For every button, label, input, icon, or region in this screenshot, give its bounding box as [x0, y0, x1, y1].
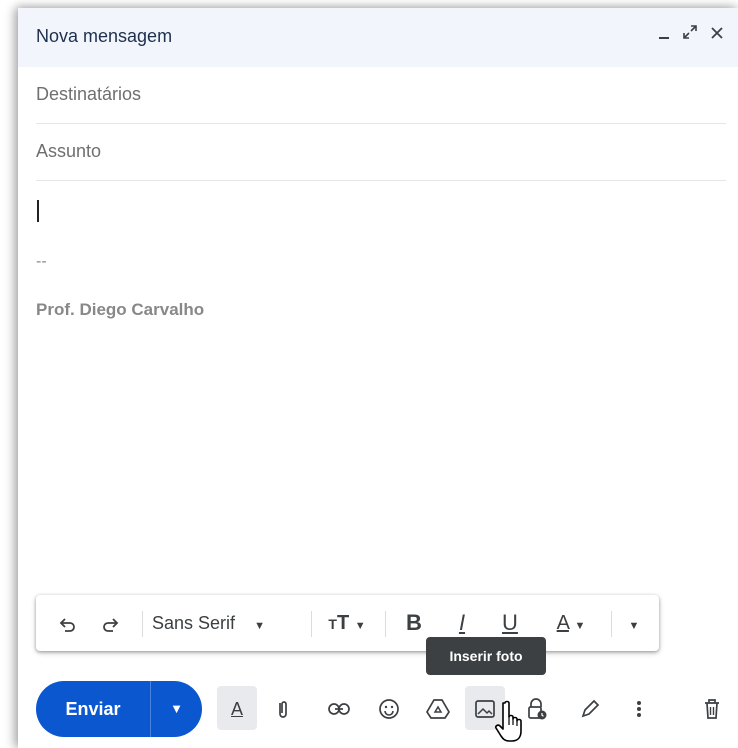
toolbar-divider	[385, 611, 386, 637]
text-caret	[37, 200, 39, 222]
link-icon[interactable]	[319, 686, 359, 730]
pen-icon[interactable]	[570, 686, 610, 730]
subject-placeholder: Assunto	[36, 141, 102, 161]
toolbar-divider	[142, 611, 143, 637]
text-color-button[interactable]: A ▼	[541, 595, 601, 651]
font-family-select[interactable]: Sans Serif ▼	[152, 595, 302, 651]
chevron-down-icon: ▼	[254, 620, 265, 632]
chevron-down-icon: ▼	[354, 620, 366, 632]
signature-separator: --	[36, 253, 47, 270]
chevron-down-icon: ▼	[170, 701, 183, 716]
formatting-toolbar: Sans Serif ▼ TT ▼ B I U A ▼ ▼	[36, 595, 659, 651]
recipients-field[interactable]: Destinatários	[36, 67, 726, 124]
text-size-icon: TT	[328, 612, 350, 634]
send-button-group: Enviar ▼	[36, 681, 202, 737]
close-icon[interactable]	[706, 24, 728, 46]
more-formatting-icon[interactable]: ▼	[619, 595, 649, 651]
chevron-down-icon: ▼	[574, 620, 586, 632]
window-title: Nova mensagem	[36, 26, 173, 46]
toolbar-divider	[611, 611, 612, 637]
toolbar-divider	[311, 611, 312, 637]
recipients-placeholder: Destinatários	[36, 84, 142, 104]
expand-icon[interactable]	[679, 24, 701, 46]
insert-photo-tooltip: Inserir foto	[426, 637, 546, 675]
redo-icon[interactable]	[96, 595, 124, 651]
text-color-label: A	[556, 612, 569, 634]
font-family-label: Sans Serif	[152, 613, 236, 633]
hand-cursor-icon	[495, 700, 522, 742]
drive-icon[interactable]	[418, 686, 458, 730]
formatting-label: A	[230, 699, 243, 719]
font-size-select[interactable]: TT ▼	[319, 595, 375, 651]
compose-window: Nova mensagem Destinatários Assunto -- P…	[18, 8, 738, 748]
formatting-options-button[interactable]: A	[217, 686, 257, 730]
undo-icon[interactable]	[54, 595, 82, 651]
signature-name: Prof. Diego Carvalho	[36, 300, 205, 319]
emoji-icon[interactable]	[369, 686, 409, 730]
send-button[interactable]: Enviar	[36, 681, 150, 737]
subject-field[interactable]: Assunto	[36, 124, 726, 181]
message-body[interactable]	[18, 181, 738, 581]
more-vert-icon[interactable]	[619, 686, 659, 730]
send-options-button[interactable]: ▼	[151, 681, 202, 737]
paperclip-icon[interactable]	[263, 686, 303, 730]
trash-icon[interactable]	[692, 686, 732, 730]
minimize-icon[interactable]	[654, 24, 676, 46]
compose-titlebar[interactable]: Nova mensagem	[18, 8, 738, 67]
